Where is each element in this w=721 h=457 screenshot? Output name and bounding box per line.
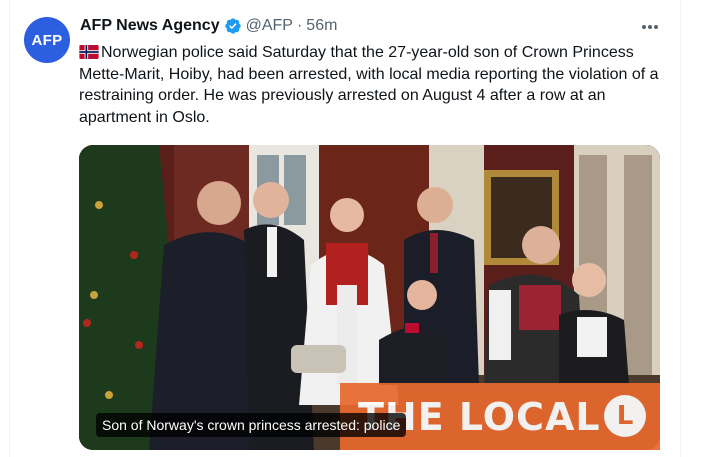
norway-flag-icon	[79, 45, 99, 59]
tweet-text: Norwegian police said Saturday that the …	[79, 42, 669, 128]
avatar[interactable]: AFP	[24, 17, 70, 63]
timestamp[interactable]: 56m	[306, 17, 337, 35]
media-caption-text: Son of Norway's crown princess arrested:…	[102, 417, 401, 433]
tweet-body: Norwegian police said Saturday that the …	[79, 44, 659, 126]
meta-separator: ·	[296, 17, 303, 34]
tweet-header: AFP News Agency @AFP · 56m	[80, 15, 337, 37]
media-caption: Son of Norway's crown princess arrested:…	[96, 413, 407, 437]
tweet-border-left	[9, 0, 10, 457]
tweet-border-right	[680, 0, 681, 457]
more-options-icon[interactable]	[637, 17, 663, 37]
author-handle[interactable]: @AFP	[246, 17, 293, 35]
the-local-logo-mark: L	[604, 395, 646, 437]
avatar-label: AFP	[31, 31, 63, 49]
author-name[interactable]: AFP News Agency	[80, 17, 220, 35]
verified-badge-icon	[224, 18, 241, 34]
